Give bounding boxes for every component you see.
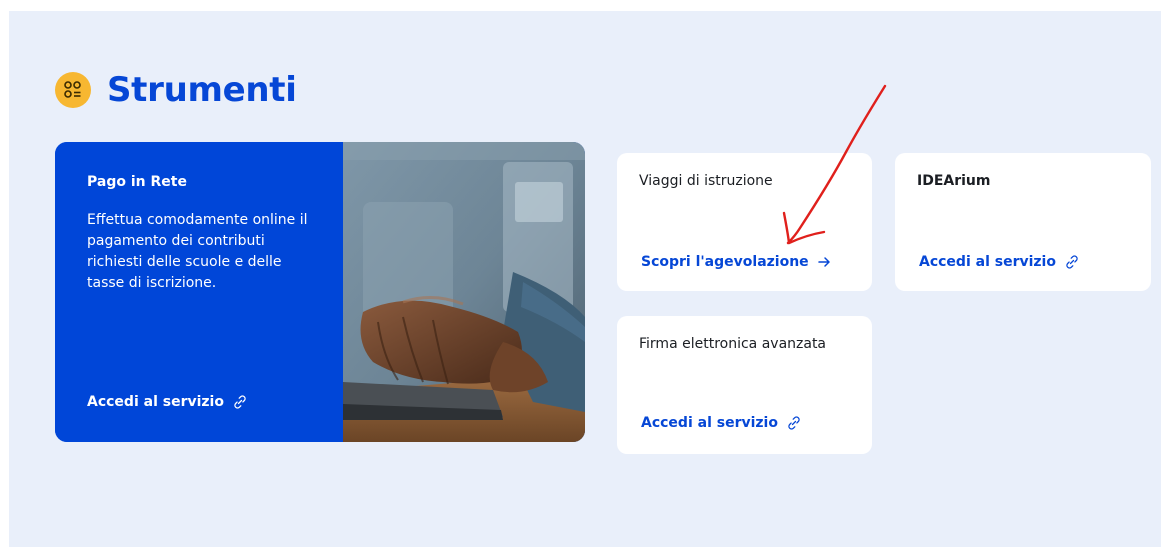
pago-content: Pago in Rete Effettua comodamente online… — [55, 142, 343, 442]
page-title: Strumenti — [107, 70, 297, 110]
firma-access-link[interactable]: Accedi al servizio — [641, 415, 802, 431]
pago-access-link[interactable]: Accedi al servizio — [87, 394, 248, 410]
link-icon — [232, 394, 248, 410]
grid-apps-icon — [55, 72, 91, 108]
idearium-title: IDEArium — [917, 173, 991, 189]
section-heading: Strumenti — [55, 70, 297, 110]
firma-title: Firma elettronica avanzata — [639, 336, 827, 352]
idearium-access-label: Accedi al servizio — [919, 254, 1056, 270]
viaggi-title: Viaggi di istruzione — [639, 173, 773, 189]
link-icon — [786, 415, 802, 431]
viaggi-discover-link[interactable]: Scopri l'agevolazione — [641, 254, 831, 270]
card-pago-in-rete[interactable]: Pago in Rete Effettua comodamente online… — [55, 142, 585, 442]
card-firma-elettronica[interactable]: Firma elettronica avanzata Accedi al ser… — [617, 316, 872, 454]
pago-title: Pago in Rete — [87, 174, 187, 190]
card-idearium[interactable]: IDEArium Accedi al servizio — [895, 153, 1151, 291]
arrow-right-icon — [817, 255, 831, 269]
firma-access-label: Accedi al servizio — [641, 415, 778, 431]
idearium-access-link[interactable]: Accedi al servizio — [919, 254, 1080, 270]
link-icon — [1064, 254, 1080, 270]
card-viaggi-di-istruzione[interactable]: Viaggi di istruzione Scopri l'agevolazio… — [617, 153, 872, 291]
laptop-typing-photo — [343, 142, 585, 442]
viaggi-discover-label: Scopri l'agevolazione — [641, 254, 809, 270]
pago-access-label: Accedi al servizio — [87, 394, 224, 410]
pago-description: Effettua comodamente online il pagamento… — [87, 212, 308, 291]
